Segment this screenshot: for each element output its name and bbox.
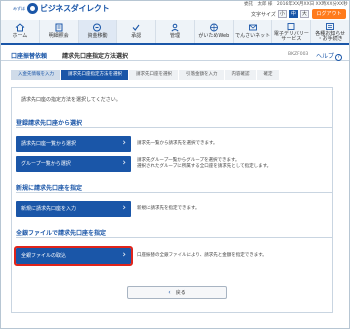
transfer-icon [93,23,102,32]
approval-icon [132,24,140,31]
logout-button[interactable]: ログアウト [312,9,346,19]
nav-label: がいためWeb [198,33,230,39]
nav-item-admin[interactable]: 管理 [156,20,195,43]
admin-icon [171,23,179,32]
nav-label: ホーム [12,33,28,39]
nav-label: 管理 [170,33,181,39]
step-1: 入金先情報を入力 [11,70,60,80]
step-4: 引落金額を入力 [179,70,224,80]
option-desc: 新規に請求先を指定できます。 [137,206,200,211]
statement-icon [55,23,63,32]
option-row: 新規に請求先口座を入力 新規に請求先を指定できます。 [16,201,332,217]
step-3: 請求先口座を選択 [129,70,178,80]
section-title-zengin: 全銀ファイルで請求先口座を指定 [16,228,332,238]
section-title-new: 新規に請求先口座を指定 [16,183,332,193]
nav-label: 明細照会 [48,33,69,39]
nav-label: 資金移動 [87,33,108,39]
nav-item-notice[interactable]: 各種お知らせ ・お手続き [311,20,349,43]
global-nav: ホーム 明細照会 資金移動 承認 管理 がいためWeb でんさいネット 電子デリ… [1,20,349,45]
nav-item-home[interactable]: ホーム [1,20,40,43]
forex-icon [209,23,218,32]
nav-label: 承認 [131,33,142,39]
browser-frame: みずほ ビジネスダイレクト 委託 太郎 様 2016年XX月XX日 XX時XX分… [0,0,350,329]
header: みずほ ビジネスダイレクト 委託 太郎 様 2016年XX月XX日 XX時XX分… [1,1,349,19]
logo-mark-icon [27,3,38,14]
back-button[interactable]: ‹ 戻る [127,286,227,299]
font-size-selector: 文字サイズ 小 中 大 [251,10,309,18]
font-size-medium-button[interactable]: 中 [288,10,298,18]
nav-item-forex[interactable]: がいためWeb [195,20,234,43]
user-info: 委託 太郎 様 2016年XX月XX日 XX時XX分XX秒 [244,2,348,7]
logo-text: ビジネスダイレクト [40,4,110,13]
nav-item-approval[interactable]: 承認 [117,20,157,43]
font-size-large-button[interactable]: 大 [299,10,309,18]
help-icon: ? [335,54,343,61]
step-indicator: 入金先情報を入力 請求先口座指定方法を選択 請求先口座を選択 引落金額を入力 内… [11,70,280,80]
nav-item-densai[interactable]: でんさいネット [234,20,273,43]
nav-label: 電子デリバリー サービス [273,31,309,42]
step-2-current: 請求先口座指定方法を選択 [61,70,128,80]
section-title-registered: 登録請求先口座から選択 [16,118,332,128]
select-from-account-list-button[interactable]: 請求先口座一覧から選択 [16,136,131,152]
chevron-left-icon: ‹ [168,289,171,296]
option-desc: 請求先一覧から請求先を選択できます。 [137,141,218,146]
logo: みずほ ビジネスダイレクト [13,3,110,14]
option-desc: 請求先グループ一覧からグループを選択できます。 選択されたグループに所属する全口… [137,158,272,169]
highlight-outline [14,246,133,266]
option-row: 請求先口座一覧から選択 請求先一覧から請求先を選択できます。 [16,136,332,152]
page-category: 口座振替依頼 [11,53,48,60]
help-link[interactable]: ヘルプ? [316,51,343,61]
home-icon [15,23,25,32]
step-5: 内容確認 [224,70,256,80]
back-label: 戻る [175,290,186,296]
nav-label: 各種お知らせ ・お手続き [315,31,346,42]
intro-text: 請求先口座の指定方法を選択してください。 [21,97,121,103]
densai-icon [248,24,257,31]
font-size-small-button[interactable]: 小 [277,10,287,18]
font-size-label: 文字サイズ [251,11,276,18]
help-label: ヘルプ [316,53,335,60]
option-desc: 口座振替の全銀ファイルにより、請求先と金額を指定できます。 [137,253,267,258]
select-from-group-list-button[interactable]: グループ一覧から選択 [16,156,131,172]
logo-small-text: みずほ [13,5,25,11]
nav-item-delivery[interactable]: 電子デリバリー サービス [272,20,312,43]
nav-label: でんさいネット [235,33,271,39]
nav-item-transfer[interactable]: 資金移動 [78,20,118,43]
title-bar: 口座振替依頼 請求先口座指定方法選択 BKZF003 ヘルプ? [1,47,349,61]
enter-new-account-button[interactable]: 新規に請求先口座を入力 [16,201,131,217]
nav-item-statement[interactable]: 明細照会 [40,20,79,43]
option-row: グループ一覧から選択 請求先グループ一覧からグループを選択できます。 選択された… [16,156,332,172]
page-title: 請求先口座指定方法選択 [62,53,129,60]
step-6: 確定 [256,70,279,80]
screen-id: BKZF003 [288,52,309,57]
